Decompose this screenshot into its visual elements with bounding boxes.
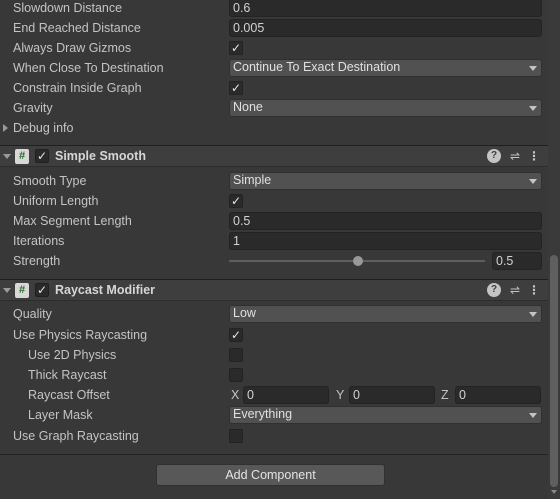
offset-z-label: Z	[441, 388, 449, 402]
offset-x-field[interactable]: 0	[243, 386, 329, 404]
gravity-row: Gravity None	[0, 98, 548, 118]
offset-z-field[interactable]: 0	[455, 386, 541, 404]
uniform-length-label: Uniform Length	[13, 194, 99, 208]
collapse-arrow-icon[interactable]	[3, 154, 11, 159]
strength-slider-handle[interactable]	[353, 256, 363, 266]
gravity-label: Gravity	[13, 101, 53, 115]
chevron-down-icon	[529, 312, 537, 317]
divider	[0, 454, 548, 455]
constrain-inside-graph-row: Constrain Inside Graph ✓	[0, 78, 548, 98]
always-draw-gizmos-label: Always Draw Gizmos	[13, 41, 132, 55]
preset-icon[interactable]: ⇌	[508, 283, 522, 297]
offset-y-field[interactable]: 0	[349, 386, 435, 404]
strength-value-field[interactable]: 0.5	[492, 252, 542, 270]
slowdown-distance-label: Slowdown Distance	[13, 1, 123, 15]
script-icon: #	[15, 149, 29, 164]
offset-x-label: X	[231, 388, 240, 402]
strength-label: Strength	[13, 254, 61, 268]
iterations-row: Iterations 1	[0, 231, 548, 251]
add-component-button[interactable]: Add Component	[156, 464, 385, 486]
raycast-modifier-header[interactable]: # ✓ Raycast Modifier ? ⇌ ⋮	[0, 279, 548, 301]
gravity-value: None	[233, 100, 263, 114]
use-physics-raycasting-row: Use Physics Raycasting ✓	[0, 325, 548, 345]
foldout-arrow-icon[interactable]	[3, 124, 8, 132]
layer-mask-label: Layer Mask	[28, 408, 93, 422]
max-segment-length-label: Max Segment Length	[13, 214, 132, 228]
thick-raycast-checkbox[interactable]	[229, 368, 243, 382]
smooth-type-label: Smooth Type	[13, 174, 87, 188]
simple-smooth-header[interactable]: # ✓ Simple Smooth ? ⇌ ⋮	[0, 145, 548, 167]
preset-icon[interactable]: ⇌	[508, 149, 522, 163]
scroll-down-arrow-icon[interactable]	[551, 490, 557, 494]
chevron-down-icon	[529, 413, 537, 418]
use-graph-raycasting-checkbox[interactable]	[229, 429, 243, 443]
use-2d-physics-checkbox[interactable]	[229, 348, 243, 362]
when-close-value: Continue To Exact Destination	[233, 60, 401, 74]
use-2d-physics-row: Use 2D Physics	[0, 345, 548, 365]
max-segment-length-field[interactable]: 0.5	[229, 212, 542, 230]
inspector-panel: Slowdown Distance 0.6 End Reached Distan…	[0, 0, 548, 499]
end-reached-distance-field[interactable]: 0.005	[229, 19, 542, 37]
script-icon: #	[15, 283, 29, 298]
uniform-length-checkbox[interactable]: ✓	[229, 194, 243, 208]
raycast-modifier-enabled-checkbox[interactable]: ✓	[35, 283, 49, 297]
help-icon[interactable]: ?	[487, 283, 501, 297]
help-icon[interactable]: ?	[487, 149, 501, 163]
more-menu-icon[interactable]: ⋮	[527, 149, 541, 163]
strength-row: Strength 0.5	[0, 251, 548, 271]
iterations-label: Iterations	[13, 234, 65, 248]
smooth-type-row: Smooth Type Simple	[0, 171, 548, 191]
when-close-label: When Close To Destination	[13, 61, 164, 75]
collapse-arrow-icon[interactable]	[3, 288, 11, 293]
use-physics-raycasting-checkbox[interactable]: ✓	[229, 328, 243, 342]
thick-raycast-label: Thick Raycast	[28, 368, 107, 382]
when-close-dropdown[interactable]: Continue To Exact Destination	[229, 59, 542, 77]
layer-mask-dropdown[interactable]: Everything	[229, 406, 542, 424]
uniform-length-row: Uniform Length ✓	[0, 191, 548, 211]
quality-value: Low	[233, 306, 256, 320]
always-draw-gizmos-row: Always Draw Gizmos ✓	[0, 38, 548, 58]
scrollbar-thumb[interactable]	[550, 255, 558, 487]
slowdown-distance-row: Slowdown Distance 0.6	[0, 0, 548, 18]
iterations-field[interactable]: 1	[229, 232, 542, 250]
chevron-down-icon	[529, 179, 537, 184]
offset-y-label: Y	[336, 388, 345, 402]
debug-info-label[interactable]: Debug info	[13, 120, 73, 136]
when-close-row: When Close To Destination Continue To Ex…	[0, 58, 548, 78]
use-graph-raycasting-row: Use Graph Raycasting	[0, 426, 548, 446]
chevron-down-icon	[529, 106, 537, 111]
max-segment-length-row: Max Segment Length 0.5	[0, 211, 548, 231]
constrain-inside-graph-checkbox[interactable]: ✓	[229, 81, 243, 95]
quality-label: Quality	[13, 307, 52, 321]
layer-mask-row: Layer Mask Everything	[0, 405, 548, 425]
thick-raycast-row: Thick Raycast	[0, 365, 548, 385]
more-menu-icon[interactable]: ⋮	[527, 283, 541, 297]
always-draw-gizmos-checkbox[interactable]: ✓	[229, 41, 243, 55]
use-physics-raycasting-label: Use Physics Raycasting	[13, 328, 148, 342]
use-graph-raycasting-label: Use Graph Raycasting	[13, 429, 139, 443]
quality-row: Quality Low	[0, 304, 548, 324]
smooth-type-value: Simple	[233, 173, 272, 187]
smooth-type-dropdown[interactable]: Simple	[229, 172, 542, 190]
debug-info-foldout[interactable]: Debug info	[0, 118, 548, 138]
slowdown-distance-field[interactable]: 0.6	[229, 0, 542, 17]
constrain-inside-graph-label: Constrain Inside Graph	[13, 81, 142, 95]
use-2d-physics-label: Use 2D Physics	[28, 348, 117, 362]
layer-mask-value: Everything	[233, 407, 293, 421]
raycast-offset-row: Raycast Offset X 0 Y 0 Z 0	[0, 385, 548, 405]
chevron-down-icon	[529, 66, 537, 71]
simple-smooth-title: Simple Smooth	[55, 149, 146, 163]
gravity-dropdown[interactable]: None	[229, 99, 542, 117]
end-reached-distance-label: End Reached Distance	[13, 21, 141, 35]
simple-smooth-enabled-checkbox[interactable]: ✓	[35, 149, 49, 163]
raycast-offset-label: Raycast Offset	[28, 388, 110, 402]
raycast-modifier-title: Raycast Modifier	[55, 283, 156, 297]
quality-dropdown[interactable]: Low	[229, 305, 542, 323]
end-reached-distance-row: End Reached Distance 0.005	[0, 18, 548, 38]
